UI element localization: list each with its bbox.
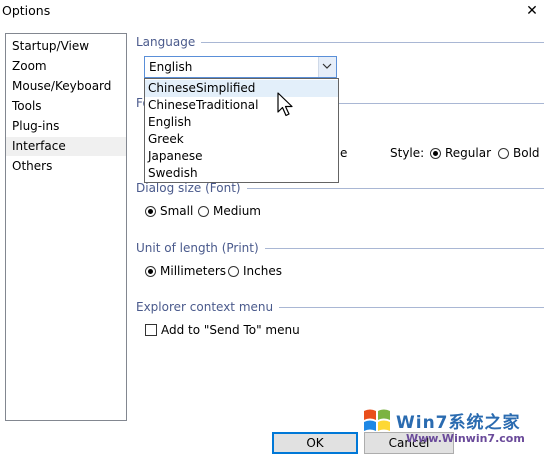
options-category-list: Startup/View Zoom Mouse/Keyboard Tools P… <box>5 33 127 421</box>
mouse-pointer-icon <box>277 92 293 117</box>
dialog-size-small-radio[interactable] <box>145 206 156 217</box>
title-bar: Options ✕ <box>0 0 546 22</box>
ok-button[interactable]: OK <box>272 432 358 454</box>
nav-item-others[interactable]: Others <box>6 157 126 176</box>
nav-item-tools[interactable]: Tools <box>6 97 126 116</box>
style-label: Style: <box>390 146 425 160</box>
nav-item-plug-ins[interactable]: Plug-ins <box>6 117 126 136</box>
unit-millimeters-label[interactable]: Millimeters <box>160 264 226 278</box>
language-option-english[interactable]: English <box>145 114 338 131</box>
language-option-greek[interactable]: Greek <box>145 131 338 148</box>
unit-millimeters-radio[interactable] <box>145 266 156 277</box>
window-title: Options <box>2 3 51 18</box>
language-dropdown-list: ChineseSimplified ChineseTraditional Eng… <box>144 78 339 183</box>
watermark: Win7系统之家 Www.Winwin7.com <box>356 402 546 454</box>
send-to-checkbox[interactable] <box>145 324 157 336</box>
dialog-size-medium-label[interactable]: Medium <box>213 204 261 218</box>
chevron-down-icon[interactable] <box>318 57 336 77</box>
style-regular-label[interactable]: Regular <box>445 146 491 160</box>
unit-inches-label[interactable]: Inches <box>243 264 282 278</box>
language-group-label: Language <box>136 35 202 49</box>
unit-inches-radio[interactable] <box>228 266 239 277</box>
watermark-url: Www.Winwin7.com <box>406 432 525 445</box>
nav-item-startup-view[interactable]: Startup/View <box>6 37 126 56</box>
nav-item-mouse-keyboard[interactable]: Mouse/Keyboard <box>6 77 126 96</box>
send-to-label[interactable]: Add to "Send To" menu <box>161 323 300 337</box>
dialog-size-medium-radio[interactable] <box>198 206 209 217</box>
close-icon[interactable]: ✕ <box>522 1 542 21</box>
language-option-japanese[interactable]: Japanese <box>145 148 338 165</box>
style-regular-radio[interactable] <box>430 148 441 159</box>
style-bold-label[interactable]: Bold <box>513 146 540 160</box>
windows-logo-icon <box>364 409 390 431</box>
language-option-swedish[interactable]: Swedish <box>145 165 338 182</box>
unit-group-label: Unit of length (Print) <box>136 241 265 255</box>
language-select-value: English <box>149 60 193 74</box>
nav-item-interface[interactable]: Interface <box>6 137 126 156</box>
language-option-chinese-simplified[interactable]: ChineseSimplified <box>145 80 338 97</box>
watermark-text: Win7系统之家 <box>396 413 521 433</box>
nav-item-zoom[interactable]: Zoom <box>6 57 126 76</box>
font-name-tail: e <box>340 146 348 160</box>
dialog-size-group-label: Dialog size (Font) <box>136 181 247 195</box>
dialog-size-small-label[interactable]: Small <box>160 204 193 218</box>
explorer-group-label: Explorer context menu <box>136 300 280 314</box>
style-bold-radio[interactable] <box>498 148 509 159</box>
language-select[interactable]: English <box>144 56 337 78</box>
language-option-chinese-traditional[interactable]: ChineseTraditional <box>145 97 338 114</box>
